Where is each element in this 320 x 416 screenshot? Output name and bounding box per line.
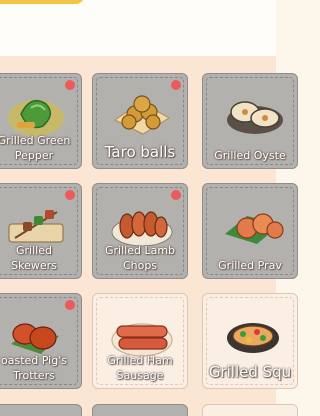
squid-icon <box>227 323 279 353</box>
recipe-card-partial[interactable] <box>0 404 82 416</box>
recipe-name: Grilled Oyste <box>214 149 286 162</box>
recipe-name: oasted Pig's Trotters <box>1 354 67 382</box>
recipe-name: Grilled Prav <box>218 259 282 272</box>
recipe-name: Grilled Squ <box>208 363 292 381</box>
header-area <box>0 0 276 56</box>
recipe-card-partial[interactable] <box>92 404 188 416</box>
recipe-card-grilled-green-pepper[interactable]: Grilled Green Pepper <box>0 73 82 169</box>
taro-balls-icon <box>114 95 170 135</box>
recipe-card-roasted-pigs-trotters[interactable]: oasted Pig's Trotters <box>0 293 82 389</box>
recipe-name: Grilled Green Pepper <box>0 134 71 162</box>
header-tab[interactable] <box>0 0 84 4</box>
recipe-card-taro-balls[interactable]: Taro balls <box>92 73 188 169</box>
recipe-card-grilled-lamb-chops[interactable]: Grilled Lamb Chops <box>92 183 188 279</box>
recipe-name: Taro balls <box>104 143 176 161</box>
recipe-name: Grilled Skewers <box>11 244 57 272</box>
recipe-card-grilled-ham-sausage[interactable]: Grilled Ham Sausage <box>92 293 188 389</box>
recipe-card-partial[interactable] <box>202 404 298 416</box>
recipe-card-grilled-skewers[interactable]: Grilled Skewers <box>0 183 82 279</box>
oyster-icon <box>227 101 283 134</box>
recipe-name: Grilled Lamb Chops <box>104 244 176 272</box>
recipe-card-grilled-squid[interactable]: Grilled Squ <box>202 293 298 389</box>
prawns-icon <box>225 213 284 244</box>
recipe-card-grilled-oyster[interactable]: Grilled Oyste <box>202 73 298 169</box>
recipe-name: Grilled Ham Sausage <box>107 354 173 382</box>
recipe-card-grilled-prawns[interactable]: Grilled Prav <box>202 183 298 279</box>
